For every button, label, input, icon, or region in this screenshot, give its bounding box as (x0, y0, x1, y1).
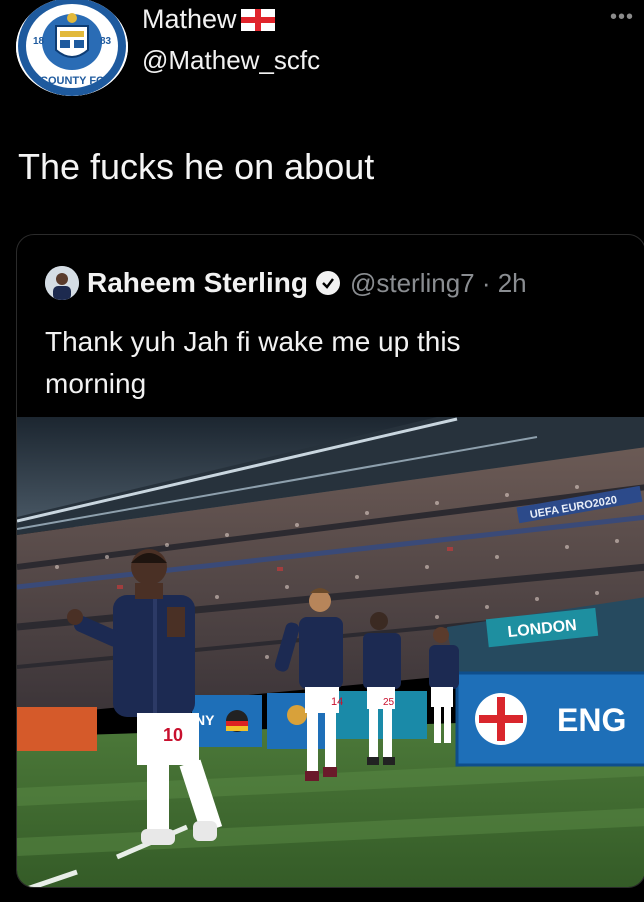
quoted-handle-time[interactable]: @sterling7 · 2h (350, 268, 527, 299)
kit-number-25: 25 (383, 697, 395, 708)
avatar-year-left: 18 (33, 36, 45, 47)
england-flag-icon (240, 8, 275, 31)
tweet-header: 18 83 COUNTY FC Mathew @Mathew_scfc ••• (0, 0, 644, 110)
verified-badge-icon (315, 271, 340, 295)
quoted-avatar-icon (45, 266, 79, 300)
eng-board-text: ENG (557, 702, 626, 738)
avatar-year-right: 83 (100, 36, 112, 47)
quoted-tweet-header: Raheem Sterling @sterling7 · 2h (45, 265, 527, 301)
quoted-tweet-card[interactable]: Raheem Sterling @sterling7 · 2h Thank yu… (16, 234, 644, 888)
display-name[interactable]: Mathew (142, 4, 237, 35)
tweet-text: The fucks he on about (18, 146, 375, 187)
kit-number-14: 14 (331, 696, 343, 708)
quoted-tweet-text: Thank yuh Jah fi wake me up this morning (45, 326, 461, 399)
user-handle[interactable]: @Mathew_scfc (142, 45, 320, 76)
more-icon[interactable]: ••• (610, 6, 634, 29)
stadium-photo[interactable]: UEFA EURO2020 LONDON NY ENG 25 14 10 (17, 417, 644, 887)
name-row: Mathew (142, 4, 275, 35)
kit-number-10: 10 (163, 725, 183, 745)
quoted-display-name[interactable]: Raheem Sterling (87, 267, 308, 299)
quoted-user-avatar[interactable] (45, 266, 79, 300)
stockport-county-crest-icon: 18 83 COUNTY FC (16, 0, 128, 96)
user-avatar[interactable]: 18 83 COUNTY FC (16, 0, 128, 96)
avatar-ring-text: COUNTY FC (40, 75, 104, 87)
